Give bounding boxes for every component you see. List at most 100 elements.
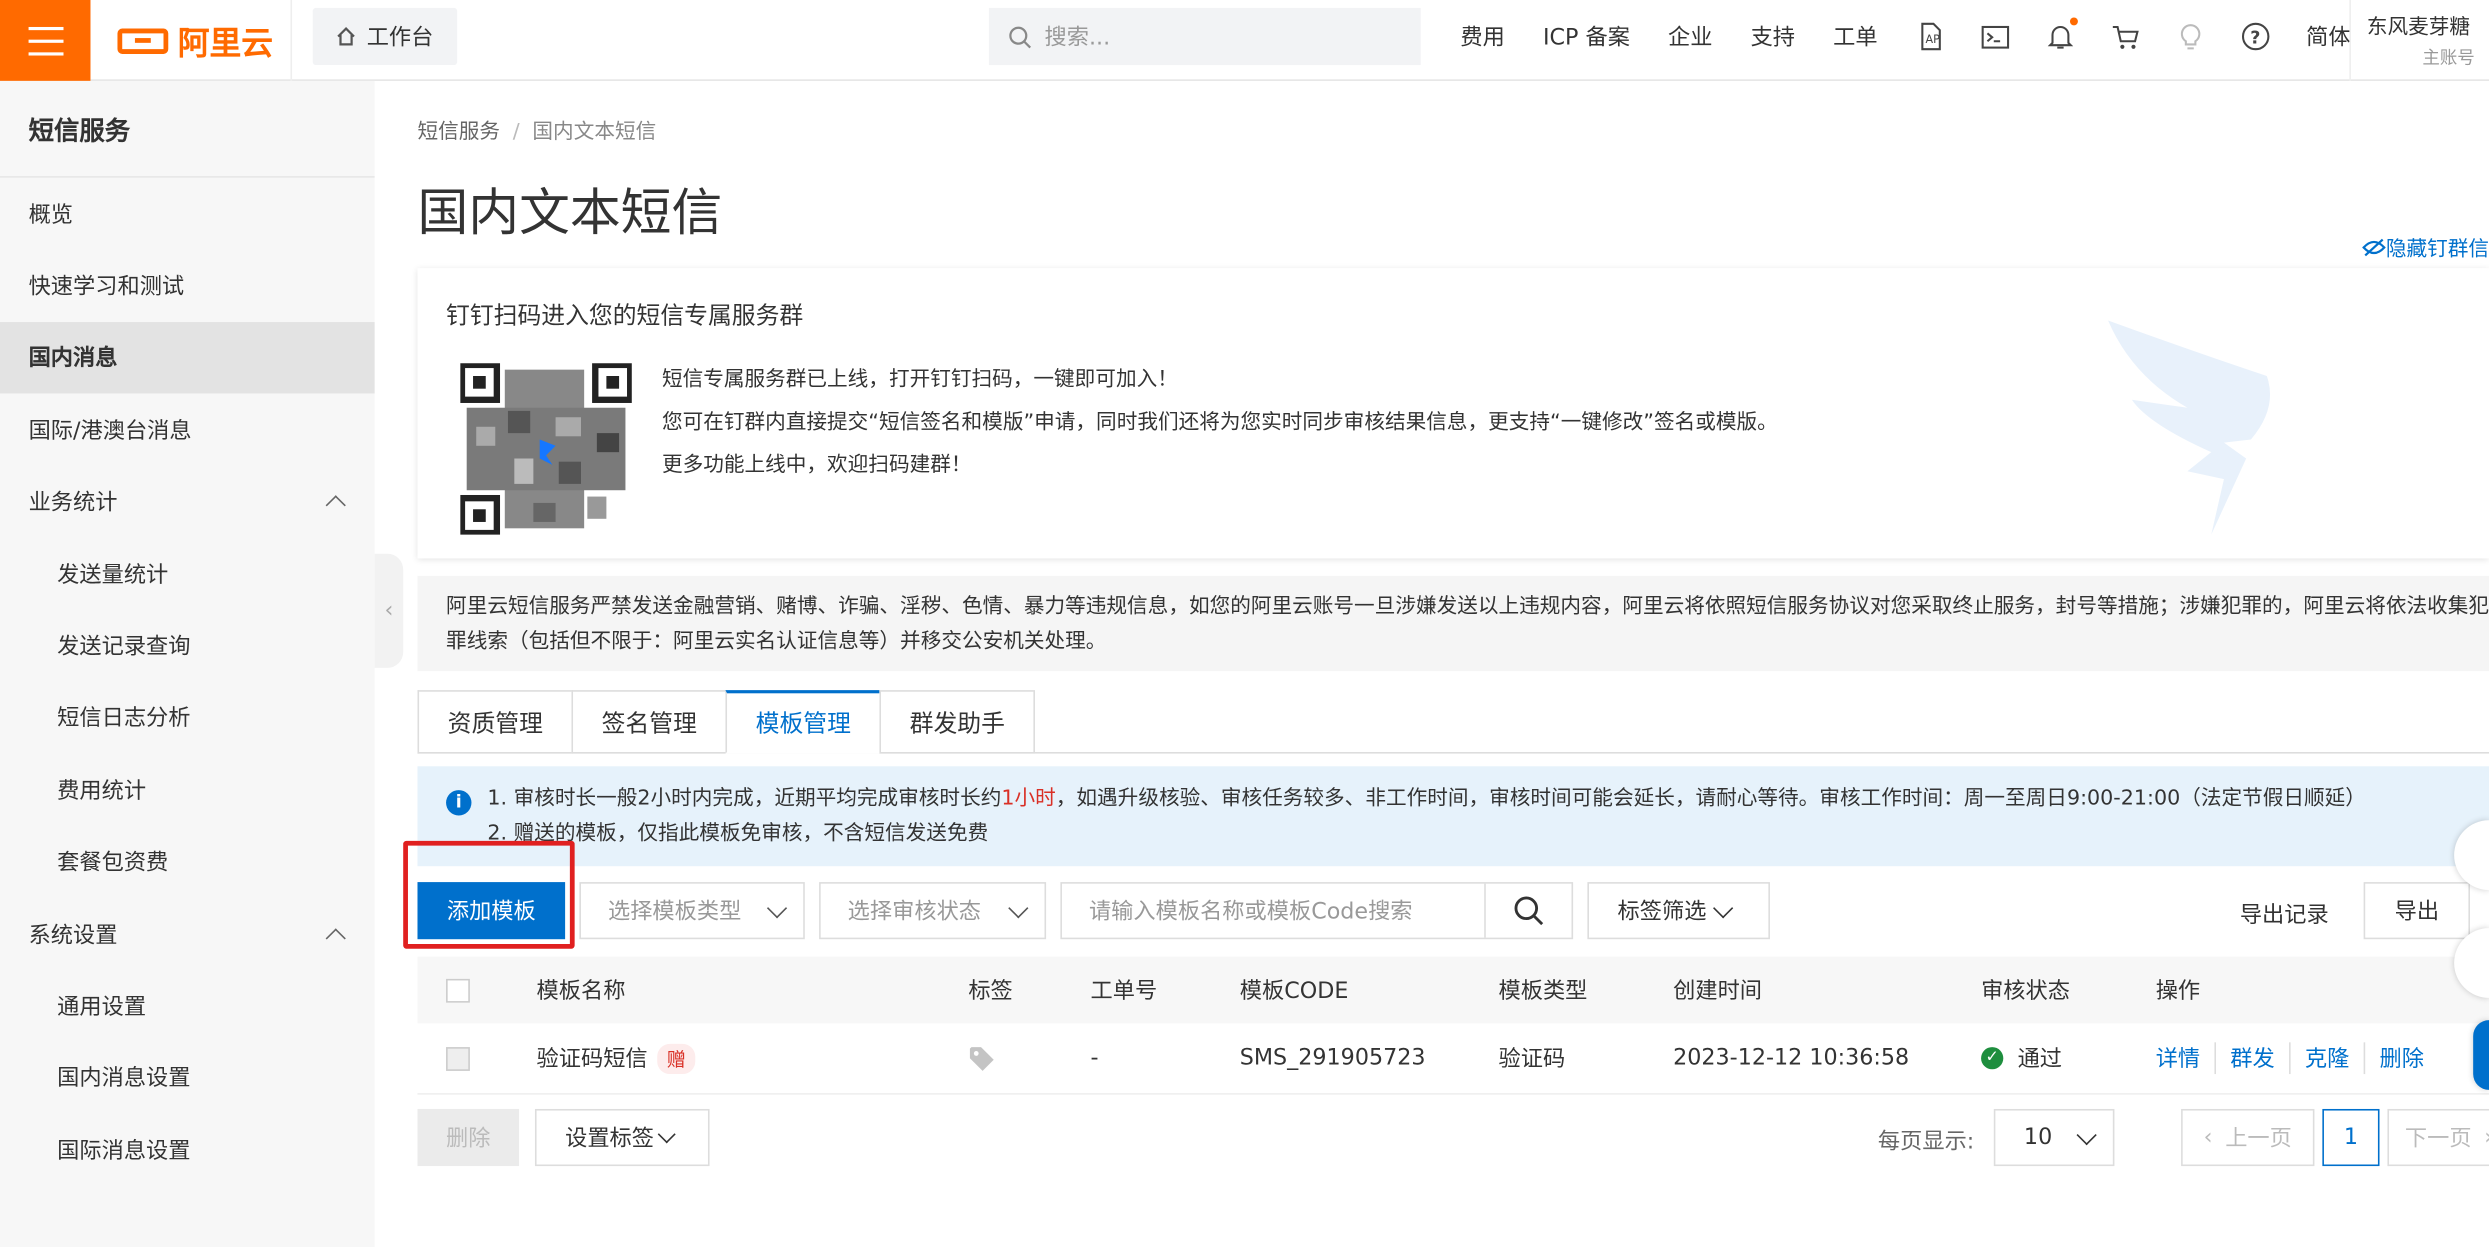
chevron-left-icon: ‹ [2203, 1124, 2213, 1151]
nav-ticket[interactable]: 工单 [1833, 21, 1877, 53]
next-page-button[interactable]: 下一页 › [2387, 1108, 2489, 1167]
sidebar-title: 短信服务 [0, 81, 375, 178]
template-search-placeholder: 请输入模板名称或模板Code搜索 [1088, 899, 1413, 925]
template-name-text: 验证码短信 [536, 1047, 648, 1073]
tag-icon[interactable] [968, 1045, 995, 1072]
review-status-placeholder: 选择审核状态 [847, 899, 982, 925]
sidebar-item-label: 发送记录查询 [57, 634, 191, 661]
language-switch[interactable]: 简体 [2306, 21, 2350, 53]
lightbulb-icon[interactable] [2176, 22, 2205, 51]
col-code: 模板CODE [1239, 978, 1349, 1005]
page-title: 国内文本短信 [417, 182, 723, 243]
help-icon[interactable]: ? [2241, 22, 2270, 51]
dingtalk-text: 短信专属服务群已上线，打开钉钉扫码，一键即可加入！ 您可在钉群内直接提交“短信签… [662, 359, 1778, 488]
sidebar-item-send-volume[interactable]: 发送量统计 [0, 538, 375, 610]
sidebar-group-stats[interactable]: 业务统计 [0, 466, 375, 538]
set-tags-button[interactable]: 设置标签 [534, 1108, 710, 1167]
top-bar: 阿里云 工作台 搜索... 费用 ICP 备案 企业 支持 工单 AP ? 简体… [0, 0, 2489, 81]
col-order: 工单号 [1090, 978, 1158, 1005]
prev-page-button[interactable]: ‹ 上一页 [2181, 1108, 2315, 1167]
breadcrumb-separator: / [512, 120, 520, 145]
table-row: 验证码短信赠 - SMS_291905723 验证码 2023-12-12 10… [417, 1023, 2489, 1095]
review-status-text: 通过 [2017, 1047, 2063, 1073]
col-created: 创建时间 [1673, 978, 1763, 1005]
workbench-label: 工作台 [366, 25, 434, 51]
nav-support[interactable]: 支持 [1751, 21, 1795, 53]
workbench-button[interactable]: 工作台 [312, 7, 458, 66]
sidebar: 短信服务 概览 快速学习和测试 国内消息 国际/港澳台消息 业务统计 发送量统计… [0, 80, 375, 1247]
aliyun-logo[interactable]: 阿里云 [90, 0, 293, 81]
hide-dingtalk-link[interactable]: 隐藏钉群信 [2362, 232, 2489, 262]
tab-bulk-send[interactable]: 群发助手 [879, 690, 1036, 754]
sidebar-item-general-settings[interactable]: 通用设置 [0, 970, 375, 1042]
template-search-button[interactable] [1484, 883, 1571, 938]
review-status: ✓ 通过 [1981, 1023, 2062, 1093]
per-page-select[interactable]: 10 [1993, 1108, 2115, 1167]
api-icon[interactable]: AP [1916, 22, 1945, 51]
sidebar-item-label: 短信日志分析 [57, 706, 191, 733]
review-status-select[interactable]: 选择审核状态 [819, 882, 1047, 940]
dingtalk-line-1: 短信专属服务群已上线，打开钉钉扫码，一键即可加入！ [661, 368, 1178, 392]
sidebar-item-label: 快速学习和测试 [28, 274, 185, 300]
sidebar-item-domestic[interactable]: 国内消息 [0, 321, 375, 394]
template-code: SMS_291905723 [1239, 1045, 1426, 1071]
action-clone[interactable]: 克隆 [2291, 1042, 2366, 1075]
terminal-icon[interactable] [1981, 22, 2010, 51]
pagination: ‹ 上一页 1 下一页 › [2181, 1108, 2489, 1167]
page-number-current[interactable]: 1 [2322, 1108, 2380, 1167]
eye-off-icon [2362, 238, 2386, 257]
template-type: 验证码 [1498, 1047, 1566, 1073]
checkbox[interactable] [446, 978, 470, 1002]
bell-icon[interactable] [2046, 17, 2078, 51]
tag-filter-label: 标签筛选 [1617, 899, 1707, 925]
sidebar-item-cost-stats[interactable]: 费用统计 [0, 754, 375, 826]
col-name: 模板名称 [536, 978, 626, 1005]
breadcrumb-root[interactable]: 短信服务 [417, 121, 500, 145]
checkbox[interactable] [446, 1046, 470, 1071]
notification-dot [2069, 17, 2078, 26]
user-account[interactable]: 东风麦芽糖 主账号 [2349, 0, 2489, 81]
tag-filter-button[interactable]: 标签筛选 [1587, 882, 1770, 940]
template-search-input[interactable]: 请输入模板名称或模板Code搜索 [1060, 882, 1574, 940]
svg-text:AP: AP [1925, 33, 1940, 46]
select-all-checkbox[interactable] [446, 957, 470, 1024]
search-icon [1009, 25, 1032, 48]
tab-template[interactable]: 模板管理 [725, 690, 880, 754]
action-detail[interactable]: 详情 [2156, 1042, 2217, 1075]
tab-qualification[interactable]: 资质管理 [417, 690, 572, 754]
sidebar-item-international[interactable]: 国际/港澳台消息 [0, 394, 375, 466]
col-tag: 标签 [968, 978, 1013, 1005]
sidebar-item-package[interactable]: 套餐包资费 [0, 826, 375, 898]
sidebar-item-label: 通用设置 [57, 994, 147, 1021]
sidebar-item-overview[interactable]: 概览 [0, 178, 375, 250]
nav-enterprise[interactable]: 企业 [1668, 21, 1712, 53]
bulk-delete-button[interactable]: 删除 [417, 1108, 520, 1167]
sidebar-item-label: 国际消息设置 [57, 1138, 191, 1165]
export-button[interactable]: 导出 [2363, 882, 2470, 940]
per-page-label: 每页显示: [1877, 1129, 1975, 1155]
nav-fee[interactable]: 费用 [1460, 21, 1504, 53]
nav-icp[interactable]: ICP 备案 [1543, 21, 1630, 53]
sidebar-item-label: 国内消息设置 [57, 1066, 191, 1093]
action-delete[interactable]: 删除 [2365, 1042, 2438, 1074]
sidebar-item-log-analysis[interactable]: 短信日志分析 [0, 682, 375, 754]
tab-signature[interactable]: 签名管理 [571, 690, 726, 754]
row-checkbox[interactable] [446, 1023, 470, 1093]
global-search-input[interactable]: 搜索... [988, 7, 1421, 66]
sidebar-item-quickstart[interactable]: 快速学习和测试 [0, 250, 375, 322]
notice-line-1-suffix: ，如遇升级核验、审核任务较多、非工作时间，审核时间可能会延长，请耐心等待。审核工… [1055, 786, 2366, 811]
floating-assistant-button[interactable] [2473, 1020, 2489, 1090]
sidebar-item-label: 国内消息 [28, 346, 118, 372]
sidebar-item-intl-settings[interactable]: 国际消息设置 [0, 1114, 375, 1186]
cart-icon[interactable] [2111, 22, 2140, 51]
action-bulk-send[interactable]: 群发 [2216, 1042, 2291, 1075]
export-records-link[interactable]: 导出记录 [2240, 898, 2329, 930]
dingtalk-line-2: 您可在钉群内直接提交“短信签名和模版”申请，同时我们还将为您实时同步审核结果信息… [661, 410, 1778, 435]
template-type-select[interactable]: 选择模板类型 [579, 882, 805, 940]
sidebar-item-domestic-settings[interactable]: 国内消息设置 [0, 1042, 375, 1114]
menu-icon[interactable] [0, 0, 91, 81]
logo-text: 阿里云 [177, 23, 274, 62]
sidebar-group-settings[interactable]: 系统设置 [0, 898, 375, 970]
tag-cell[interactable] [968, 1023, 995, 1093]
sidebar-item-send-records[interactable]: 发送记录查询 [0, 610, 375, 682]
